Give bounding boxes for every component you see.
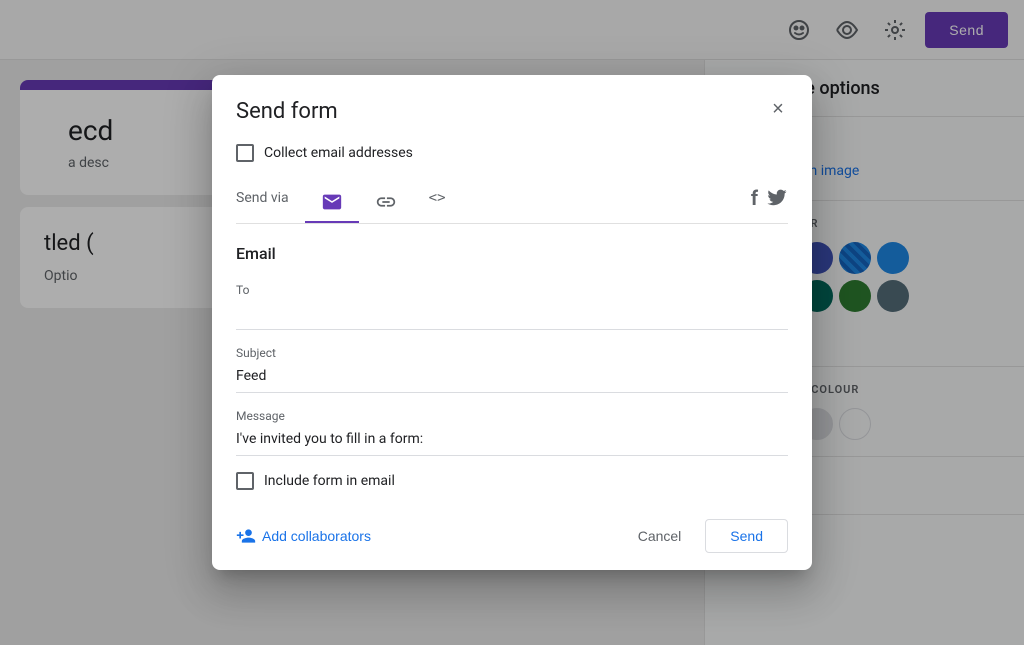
tab-embed[interactable]: <> bbox=[413, 182, 462, 224]
collect-email-checkbox[interactable] bbox=[236, 144, 254, 162]
email-section-title: Email bbox=[236, 244, 788, 263]
message-field: Message I've invited you to fill in a fo… bbox=[236, 409, 788, 456]
tab-email[interactable] bbox=[305, 183, 359, 223]
link-tab-icon bbox=[375, 191, 397, 213]
subject-field: Subject Feed bbox=[236, 346, 788, 393]
tab-link[interactable] bbox=[359, 183, 413, 223]
include-form-row: Include form in email bbox=[236, 472, 788, 490]
subject-label: Subject bbox=[236, 346, 788, 360]
collect-email-row: Collect email addresses bbox=[236, 144, 788, 162]
send-via-row: Send via <> f bbox=[236, 182, 788, 224]
include-form-label: Include form in email bbox=[264, 473, 395, 489]
close-icon: × bbox=[772, 98, 784, 121]
dialog-send-button[interactable]: Send bbox=[705, 519, 788, 553]
send-form-dialog: Send form × Collect email addresses Send… bbox=[212, 75, 812, 570]
to-label: To bbox=[236, 283, 788, 297]
send-via-label: Send via bbox=[236, 190, 289, 216]
embed-tab-icon: <> bbox=[429, 190, 446, 214]
subject-value: Feed bbox=[236, 364, 788, 393]
social-icons: f bbox=[751, 186, 788, 220]
facebook-icon[interactable]: f bbox=[751, 186, 758, 210]
add-collaborators-button[interactable]: Add collaborators bbox=[236, 518, 371, 554]
email-tab-icon bbox=[321, 191, 343, 213]
message-value: I've invited you to fill in a form: bbox=[236, 427, 788, 456]
email-section: Email To Subject Feed Message I've invit… bbox=[236, 244, 788, 490]
dialog-actions: Add collaborators Cancel Send bbox=[236, 510, 788, 554]
to-field: To bbox=[236, 283, 788, 330]
dialog-overlay: Send form × Collect email addresses Send… bbox=[0, 0, 1024, 645]
include-form-checkbox[interactable] bbox=[236, 472, 254, 490]
dialog-close-button[interactable]: × bbox=[760, 91, 796, 127]
twitter-icon[interactable] bbox=[766, 186, 788, 208]
cancel-button[interactable]: Cancel bbox=[622, 520, 698, 552]
collect-email-label: Collect email addresses bbox=[264, 145, 413, 161]
message-label: Message bbox=[236, 409, 788, 423]
dialog-title: Send form bbox=[236, 99, 788, 124]
add-collaborators-label: Add collaborators bbox=[262, 528, 371, 544]
to-input[interactable] bbox=[236, 301, 788, 330]
add-person-icon bbox=[236, 526, 256, 546]
